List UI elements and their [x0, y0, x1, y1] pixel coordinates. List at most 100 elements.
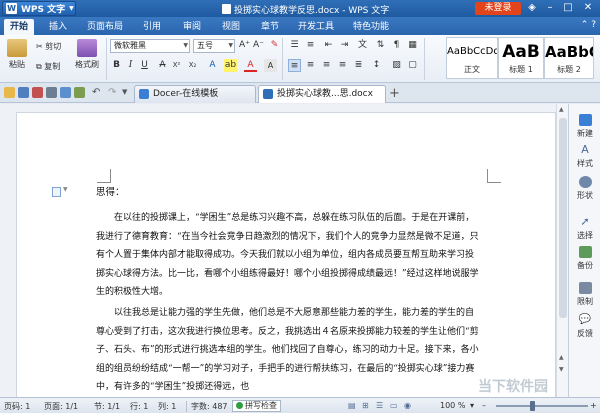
scroll-up-icon[interactable]: ▲	[559, 354, 564, 361]
tab-page-layout[interactable]: 页面布局	[83, 19, 127, 35]
close-icon[interactable]: ✕	[579, 1, 597, 15]
zoom-dropdown-icon[interactable]: ▾	[470, 401, 474, 410]
paste-button[interactable]: 粘贴	[4, 39, 30, 70]
undo-icon[interactable]: ↶	[92, 87, 103, 98]
chevron-up-icon[interactable]: ⌃	[581, 20, 589, 30]
style-heading-1[interactable]: AaB 标题 1	[498, 37, 544, 79]
help-icon[interactable]: ?	[591, 20, 596, 30]
sidebar-item-new[interactable]: 新建	[569, 114, 600, 139]
align-left-icon[interactable]: ≡	[288, 59, 301, 72]
document-paragraph[interactable]: 以往我总是让能力强的学生先做，他们总是不大愿意那些能力差的学生，能力差的学生的自…	[96, 304, 480, 397]
view-mode-icon[interactable]: ▤	[348, 401, 356, 410]
char-shading-icon[interactable]: A	[264, 59, 277, 72]
chinese-layout-icon[interactable]: 文	[356, 39, 369, 52]
line-spacing-icon[interactable]: ↕	[370, 59, 383, 72]
tab-current-document[interactable]: 投掷实心球教...思.docx	[258, 85, 386, 103]
strikethrough-icon[interactable]: A	[156, 59, 169, 72]
underline-icon[interactable]: U	[138, 59, 151, 72]
italic-icon[interactable]: I	[124, 59, 137, 72]
print-icon[interactable]	[46, 87, 57, 98]
outline-view-icon[interactable]: ☰	[376, 401, 383, 410]
vertical-scrollbar[interactable]: ▲ ▲ ▼	[556, 104, 568, 397]
export-pdf-icon[interactable]	[32, 87, 43, 98]
paragraph-handle-icon[interactable]	[52, 187, 61, 197]
zoom-out-icon[interactable]: –	[482, 401, 486, 410]
chevron-down-icon[interactable]: ▼	[63, 186, 68, 193]
read-mode-icon[interactable]: ▭	[390, 401, 398, 410]
tab-chapter[interactable]: 章节	[256, 19, 284, 35]
font-name-select[interactable]: 微软雅黑 ▼	[110, 39, 190, 53]
style-heading-2[interactable]: AaBbC 标题 2	[544, 37, 594, 79]
scroll-down-icon[interactable]: ▼	[559, 366, 564, 373]
zoom-in-icon[interactable]: +	[590, 401, 597, 410]
document-heading[interactable]: 思得：	[96, 184, 125, 198]
tab-insert[interactable]: 插入	[44, 19, 72, 35]
font-color-icon[interactable]: A	[244, 59, 257, 72]
format-painter-button[interactable]: 格式刷	[72, 39, 102, 70]
sidebar-item-restrict[interactable]: 限制	[569, 282, 600, 307]
tab-home[interactable]: 开始	[4, 19, 34, 35]
status-word-count[interactable]: 字数: 487	[186, 401, 228, 412]
zoom-slider-handle[interactable]	[530, 401, 535, 411]
tab-developer[interactable]: 开发工具	[294, 19, 338, 35]
sidebar-item-styles[interactable]: A 样式	[569, 144, 600, 169]
distribute-icon[interactable]: ≣	[352, 59, 365, 72]
open-folder-icon[interactable]	[4, 87, 15, 98]
tab-features[interactable]: 特色功能	[349, 19, 393, 35]
eye-icon[interactable]: ◉	[404, 401, 411, 410]
justify-icon[interactable]: ≡	[336, 59, 349, 72]
tab-view[interactable]: 视图	[217, 19, 245, 35]
minimize-icon[interactable]: –	[541, 1, 559, 15]
sidebar-item-feedback[interactable]: 💬 反馈	[569, 314, 600, 339]
style-label: 标题 1	[509, 65, 533, 74]
cut-button[interactable]: ✂ 剪切	[36, 41, 61, 52]
style-normal[interactable]: AaBbCcDd 正文	[446, 37, 498, 79]
sort-icon[interactable]: ⇅	[374, 39, 387, 52]
tab-docer-templates[interactable]: Docer-在线模板	[134, 85, 256, 103]
align-center-icon[interactable]: ≡	[304, 59, 317, 72]
text-effect-icon[interactable]: A	[206, 59, 219, 72]
bold-icon[interactable]: B	[110, 59, 123, 72]
grow-font-icon[interactable]: A⁺	[238, 39, 251, 52]
tab-references[interactable]: 引用	[138, 19, 166, 35]
spell-check-icon[interactable]	[74, 87, 85, 98]
redo-icon[interactable]: ↷	[108, 87, 119, 98]
show-marks-icon[interactable]: ¶	[390, 39, 403, 52]
print-preview-icon[interactable]	[60, 87, 71, 98]
clear-format-icon[interactable]: ✎	[268, 39, 281, 52]
subscript-icon[interactable]: X₂	[186, 59, 199, 72]
superscript-icon[interactable]: X²	[170, 59, 183, 72]
align-right-icon[interactable]: ≡	[320, 59, 333, 72]
save-icon[interactable]	[18, 87, 29, 98]
increase-indent-icon[interactable]: ⇥	[338, 39, 351, 52]
scroll-up-icon[interactable]: ▲	[559, 106, 564, 113]
zoom-level[interactable]: 100 %	[440, 401, 465, 410]
document-paragraph[interactable]: 在以往的投掷课上，“学困生”总是练习兴趣不高，总躲在练习队伍的后面。于是在开课前…	[96, 209, 480, 302]
new-tab-icon[interactable]: +	[389, 86, 400, 101]
sidebar-item-select[interactable]: ➚ 选择	[569, 216, 600, 241]
tab-review[interactable]: 审阅	[178, 19, 206, 35]
numbered-list-icon[interactable]: ≡	[304, 39, 317, 52]
borders-icon[interactable]: ▢	[406, 59, 419, 72]
scrollbar-thumb[interactable]	[559, 118, 567, 318]
highlight-icon[interactable]: ab	[224, 59, 237, 72]
sidebar-item-shapes[interactable]: 形状	[569, 176, 600, 201]
login-button[interactable]: 未登录	[475, 2, 521, 15]
bullet-list-icon[interactable]: ☰	[288, 39, 301, 52]
font-size-select[interactable]: 五号 ▼	[193, 39, 235, 53]
app-menu-button[interactable]: W WPS 文字 ▼	[2, 1, 76, 16]
zoom-slider[interactable]	[496, 401, 588, 411]
copy-button[interactable]: ⧉ 复制	[36, 61, 60, 72]
web-view-icon[interactable]: ⊞	[362, 401, 369, 410]
spell-check-toggle[interactable]: 拼写检查	[232, 400, 281, 412]
skin-icon[interactable]: ◈	[523, 1, 541, 15]
maximize-icon[interactable]: □	[559, 1, 577, 15]
sidebar-label: 备份	[577, 261, 593, 270]
sidebar-item-backup[interactable]: 备份	[569, 246, 600, 271]
table-icon[interactable]: ▦	[406, 39, 419, 52]
chevron-down-icon[interactable]: ▼	[122, 87, 133, 98]
shading-icon[interactable]: ▨	[390, 59, 403, 72]
ribbon-options[interactable]: ⌃ ?	[581, 20, 596, 30]
decrease-indent-icon[interactable]: ⇤	[322, 39, 335, 52]
shrink-font-icon[interactable]: A⁻	[252, 39, 265, 52]
